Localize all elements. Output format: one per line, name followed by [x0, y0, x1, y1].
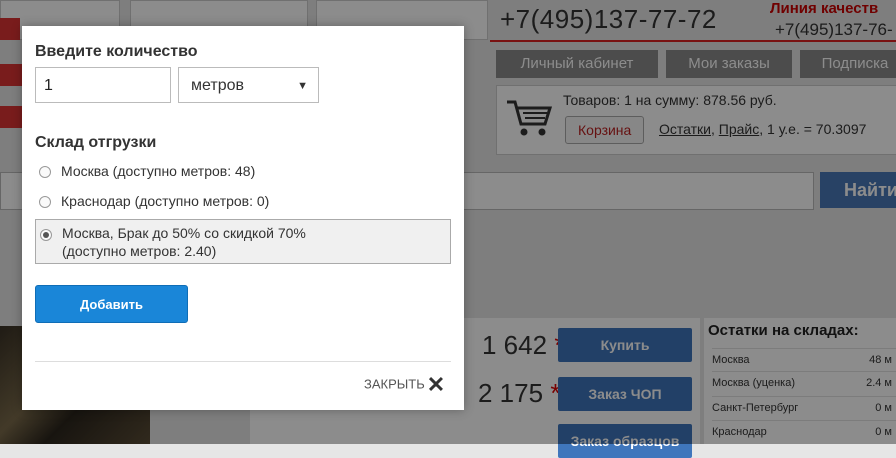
unit-select-value: метров: [191, 77, 244, 94]
add-to-cart-dialog: Введите количество 1 метров ▼ Склад отгр…: [22, 26, 464, 410]
warehouse-option-label: Москва, Брак до 50% со скидкой 70%: [62, 225, 306, 241]
dropdown-arrow-icon: ▼: [297, 80, 308, 92]
dialog-divider: [35, 361, 451, 362]
warehouse-option-label: Москва (доступно метров: 48): [61, 163, 256, 179]
close-icon: ✕: [426, 372, 446, 397]
unit-select[interactable]: метров ▼: [178, 67, 319, 103]
add-button[interactable]: Добавить: [35, 285, 188, 323]
warehouse-option-krasnodar[interactable]: Краснодар (доступно метров: 0): [35, 190, 451, 214]
warehouse-option-availability: (доступно метров: 2.40): [62, 243, 217, 259]
warehouse-option-label: Краснодар (доступно метров: 0): [61, 193, 270, 209]
quantity-label: Введите количество: [35, 43, 198, 60]
quantity-input[interactable]: 1: [35, 67, 171, 103]
close-button[interactable]: ЗАКРЫТЬ✕: [364, 372, 445, 398]
warehouse-label: Склад отгрузки: [35, 134, 157, 151]
radio-button[interactable]: [39, 196, 51, 208]
warehouse-option-moscow[interactable]: Москва (доступно метров: 48): [35, 160, 451, 184]
warehouse-option-moscow-defect[interactable]: Москва, Брак до 50% со скидкой 70% (дост…: [35, 219, 451, 264]
close-label: ЗАКРЫТЬ: [364, 376, 425, 392]
radio-button[interactable]: [39, 166, 51, 178]
radio-button-selected[interactable]: [40, 229, 52, 241]
